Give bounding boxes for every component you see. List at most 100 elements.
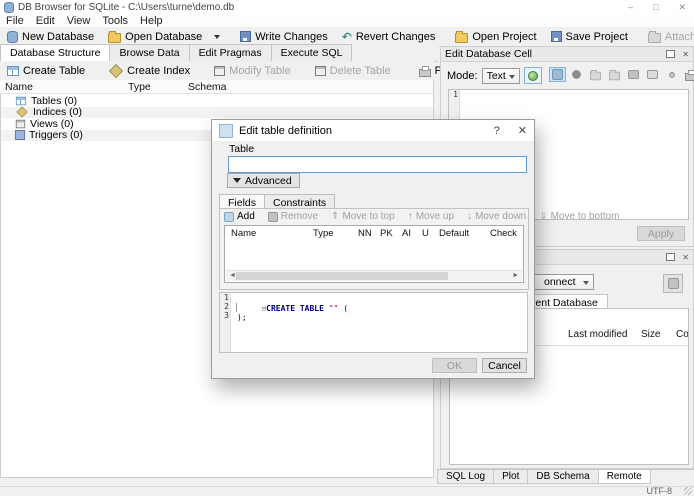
scrollbar-thumb[interactable]	[236, 272, 448, 280]
tab-plot[interactable]: Plot	[493, 470, 528, 484]
minimize-icon[interactable]: –	[628, 2, 633, 12]
attach-database-button: Attach Database	[641, 28, 694, 45]
import-cell-button[interactable]	[587, 67, 604, 82]
edit-cell-panel-title: Edit Database Cell	[445, 48, 532, 60]
dialog-help-icon[interactable]: ?	[494, 125, 500, 137]
binary-mode-button[interactable]	[568, 67, 585, 82]
sql-close-line: );	[237, 313, 247, 322]
mode-dropdown[interactable]: Text	[482, 68, 520, 84]
delete-table-button: Delete Table	[308, 62, 398, 79]
save-as-button[interactable]	[625, 67, 642, 82]
fold-guide-line	[236, 303, 237, 312]
tab-sql-log[interactable]: SQL Log	[437, 470, 494, 484]
open-database-button[interactable]: Open Database	[101, 28, 227, 45]
grid-col-nn[interactable]: NN	[358, 228, 372, 239]
grid-col-type[interactable]: Type	[313, 228, 334, 239]
set-null-button[interactable]	[663, 67, 680, 82]
dialog-title: Edit table definition	[239, 125, 332, 137]
grid-col-u[interactable]: U	[422, 228, 429, 239]
float-panel-icon[interactable]	[666, 253, 675, 261]
scroll-right-icon[interactable]: ►	[512, 272, 519, 280]
tree-item-indices[interactable]: Indices (0)	[1, 107, 433, 118]
menu-help[interactable]: Help	[134, 15, 169, 27]
close-panel-icon[interactable]: ✕	[682, 253, 689, 262]
column-header-schema[interactable]: Schema	[188, 81, 227, 93]
menu-tools[interactable]: Tools	[96, 15, 134, 27]
dialog-close-icon[interactable]: ✕	[518, 124, 527, 137]
remote-column-last-modified[interactable]: Last modified	[568, 329, 627, 340]
grid-col-default[interactable]: Default	[439, 228, 469, 239]
advanced-button[interactable]: Advanced	[227, 173, 300, 188]
menu-bar: File Edit View Tools Help	[0, 14, 694, 27]
open-project-icon	[455, 33, 468, 43]
modify-table-icon	[214, 66, 225, 76]
apply-changes-button[interactable]	[524, 67, 542, 84]
remote-column-size[interactable]: Size	[641, 329, 660, 340]
fields-grid[interactable]: Name Type NN PK AI U Default Check ◄ ►	[224, 225, 524, 283]
save-project-icon	[551, 31, 562, 42]
grid-col-check[interactable]: Check	[490, 228, 517, 239]
move-up-button: ↑ Move up	[408, 211, 454, 222]
create-index-icon	[109, 63, 123, 77]
tree-header: Name Type Schema	[0, 80, 433, 94]
menu-file[interactable]: File	[0, 15, 30, 27]
horizontal-scrollbar[interactable]: ◄ ►	[226, 270, 522, 281]
column-header-name[interactable]: Name	[5, 81, 33, 93]
maximize-icon[interactable]: □	[653, 2, 658, 12]
write-changes-button[interactable]: Write Changes	[233, 28, 335, 45]
save-project-button[interactable]: Save Project	[544, 28, 635, 45]
write-changes-icon	[240, 31, 251, 42]
grid-col-name[interactable]: Name	[231, 228, 256, 239]
create-index-button[interactable]: Create Index	[102, 62, 197, 79]
dialog-icon	[219, 124, 233, 138]
move-up-icon: ↑	[408, 211, 413, 222]
remote-column-commit[interactable]: Commit	[676, 329, 689, 340]
add-icon	[224, 212, 234, 222]
print-cell-button[interactable]	[682, 67, 694, 82]
open-project-button[interactable]: Open Project	[448, 28, 543, 45]
export-cell-button[interactable]	[606, 67, 623, 82]
menu-view[interactable]: View	[61, 15, 97, 27]
move-to-top-button: ⇑ Move to top	[331, 211, 395, 222]
tab-remote[interactable]: Remote	[598, 470, 651, 484]
create-table-button[interactable]: Create Table	[0, 62, 92, 79]
save-as-icon	[628, 70, 639, 79]
grid-col-pk[interactable]: PK	[380, 228, 393, 239]
revert-changes-button[interactable]: ↶ Revert Changes	[335, 28, 443, 45]
new-database-icon	[7, 31, 18, 43]
tab-execute-sql[interactable]: Execute SQL	[271, 44, 353, 61]
move-down-button: ↓ Move down	[467, 211, 526, 222]
tab-browse-data[interactable]: Browse Data	[109, 44, 189, 61]
tab-edit-pragmas[interactable]: Edit Pragmas	[189, 44, 272, 61]
cancel-button[interactable]: Cancel	[482, 358, 527, 373]
tables-icon	[16, 96, 26, 105]
move-down-icon: ↓	[467, 211, 472, 222]
close-icon[interactable]: ✕	[678, 2, 686, 13]
edit-table-definition-dialog: Edit table definition ? ✕ Table Advanced…	[211, 119, 535, 379]
float-panel-icon[interactable]	[666, 50, 675, 58]
open-database-dropdown-icon[interactable]	[214, 35, 220, 39]
fullscreen-icon	[647, 70, 658, 79]
menu-edit[interactable]: Edit	[30, 15, 61, 27]
text-mode-button[interactable]	[549, 67, 566, 82]
set-null-icon	[669, 72, 675, 78]
fullscreen-button[interactable]	[644, 67, 661, 82]
move-to-bottom-icon: ⇓	[539, 211, 547, 222]
tree-item-tables[interactable]: Tables (0)	[1, 95, 433, 106]
ok-button: OK	[432, 358, 477, 373]
tab-database-structure[interactable]: Database Structure	[0, 44, 110, 62]
remove-field-button: Remove	[268, 211, 318, 222]
column-header-type[interactable]: Type	[128, 81, 151, 93]
structure-toolbar: Create Table Create Index Modify Table D…	[0, 61, 434, 81]
tab-db-schema[interactable]: DB Schema	[527, 470, 598, 484]
grid-col-ai[interactable]: AI	[402, 228, 411, 239]
close-panel-icon[interactable]: ✕	[682, 50, 689, 59]
resize-grip[interactable]	[684, 487, 692, 495]
new-database-button[interactable]: New Database	[0, 28, 101, 45]
scroll-left-icon[interactable]: ◄	[229, 272, 236, 280]
move-to-top-icon: ⇑	[331, 211, 339, 222]
connect-remote-button[interactable]	[663, 274, 683, 293]
cell-editor-line-number: 1	[453, 90, 458, 99]
table-name-input[interactable]	[228, 156, 527, 173]
add-field-button[interactable]: Add	[224, 211, 255, 222]
